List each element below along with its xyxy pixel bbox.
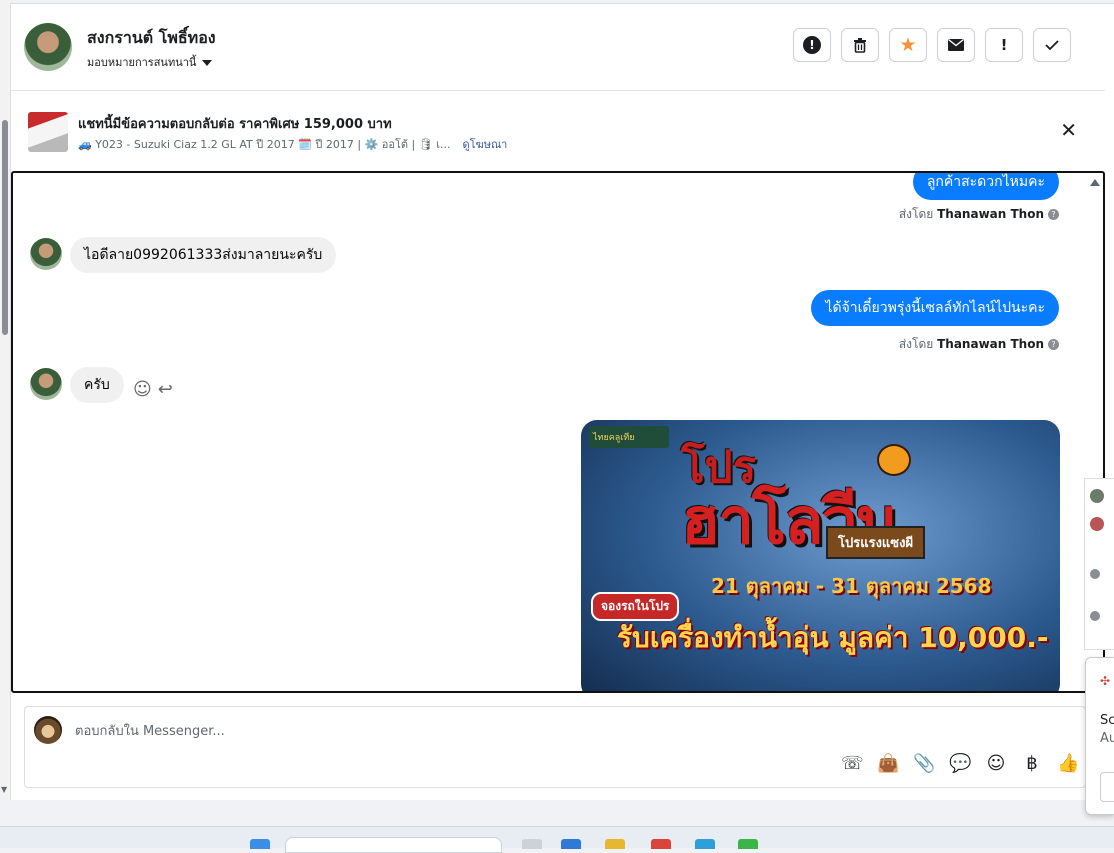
scroll-up-icon[interactable] (1090, 179, 1100, 186)
chevron-down-icon (202, 60, 213, 66)
star-button[interactable]: ★ (889, 28, 927, 62)
line-icon[interactable] (738, 839, 758, 849)
os-taskbar (0, 826, 1114, 853)
brand-logo: ไทยคลูเทีย (589, 426, 669, 448)
side-dot[interactable] (1090, 611, 1100, 621)
avatar[interactable] (24, 23, 72, 71)
report-button[interactable]: ! (793, 28, 831, 62)
ad-context-bar: แชทนี้มีข้อความตอบกลับต่อ ราคาพิเศษ 159,… (11, 92, 1105, 170)
call-icon[interactable]: ☏ (841, 753, 864, 774)
sent-by-label: ส่งโดย Thanawan Thon? (899, 335, 1059, 354)
taskbar-search[interactable] (285, 837, 502, 853)
folder-icon[interactable] (605, 839, 625, 849)
trash-icon (854, 38, 866, 53)
report-icon: ! (803, 36, 821, 54)
conversation-header: สงกรานต์ โพธิ์ทอง มอบหมายการสนทนานี้ ! ★… (11, 4, 1105, 91)
edge-icon[interactable] (695, 839, 715, 849)
help-icon[interactable]: ? (1048, 339, 1059, 350)
sent-by-prefix: ส่งโดย (898, 207, 934, 221)
promo-offer: รับเครื่องทำน้ำอุ่น มูลค่า 10,000.- (617, 621, 1049, 654)
mail-icon (948, 38, 964, 51)
sender-name: Thanawan Thon (937, 337, 1044, 351)
side-panel-cards[interactable] (1084, 478, 1114, 650)
side-popup[interactable]: ✣ Sc Au (1085, 657, 1114, 815)
reply-icon[interactable]: ↩ (158, 379, 179, 400)
popup-line-2: Au (1100, 731, 1114, 746)
contact-avatar[interactable] (30, 238, 62, 270)
message-actions: ☺↩ (133, 379, 179, 400)
delete-button[interactable] (841, 28, 879, 62)
saved-replies-icon[interactable]: 💬 (949, 753, 971, 774)
message-thread[interactable]: ลูกค้าสะดวกไหมคะ ส่งโดย Thanawan Thon? ไ… (11, 171, 1105, 693)
assign-conversation[interactable]: มอบหมายการสนทนานี้ (87, 53, 213, 71)
contact-name[interactable]: สงกรานต์ โพธิ์ทอง (87, 26, 216, 51)
like-icon[interactable]: 👍 (1057, 753, 1079, 774)
side-dot[interactable] (1090, 569, 1100, 579)
scrollbar-thumb[interactable] (2, 120, 8, 335)
attachment-icon[interactable]: 📎 (913, 753, 935, 774)
promo-image[interactable]: ไทยคลูเทีย โปร ฮาโลวีน โปรแรงแซงผี 21 ตุ… (581, 420, 1060, 691)
side-thumbnail[interactable] (1090, 517, 1104, 531)
view-ad-link[interactable]: ดูโฆษณา (462, 138, 507, 151)
close-icon[interactable]: ✕ (1060, 120, 1077, 140)
promo-tag: โปรแรงแซงผี (826, 526, 926, 559)
sent-by-prefix: ส่งโดย (898, 337, 934, 351)
sender-name: Thanawan Thon (937, 207, 1044, 221)
follow-up-button[interactable]: ! (985, 28, 1023, 62)
side-avatar[interactable] (1090, 489, 1104, 503)
start-icon[interactable] (250, 839, 270, 849)
app-icon: ✣ (1100, 674, 1111, 688)
chrome-icon[interactable] (651, 839, 671, 849)
sent-by-label: ส่งโดย Thanawan Thon? (899, 205, 1059, 224)
promo-dates: 21 ตุลาคม - 31 ตุลาคม 2568 (711, 574, 992, 598)
mark-unread-button[interactable] (937, 28, 975, 62)
popup-line-1: Sc (1100, 713, 1114, 728)
check-icon (1045, 40, 1059, 51)
reply-composer: ☏ 👜 📎 💬 ☺ ฿ 👍 (24, 706, 1086, 788)
ad-details: 🚙 Y023 - Suzuki Ciaz 1.2 GL AT ปี 2017 🗓… (78, 138, 451, 151)
contact-avatar[interactable] (30, 368, 62, 400)
shopping-bag-icon[interactable]: 👜 (877, 753, 899, 774)
composer-toolbar: ☏ 👜 📎 💬 ☺ ฿ 👍 (841, 753, 1079, 774)
payment-icon[interactable]: ฿ (1021, 753, 1043, 774)
outgoing-message[interactable]: ได้จ้าเดี๋ยวพรุ่งนี้เซลล์ทักไลน์ไปนะคะ (811, 290, 1059, 326)
help-icon[interactable]: ? (1048, 209, 1059, 220)
incoming-message[interactable]: ครับ (70, 367, 124, 403)
page-scrollbar[interactable]: ▼ (0, 0, 11, 800)
ad-thumbnail[interactable] (28, 112, 68, 152)
messenger-panel: ▼ สงกรานต์ โพธิ์ทอง มอบหมายการสนทนานี้ !… (0, 0, 1114, 800)
scroll-down-icon[interactable]: ▼ (1, 785, 7, 794)
mark-done-button[interactable] (1033, 28, 1071, 62)
reply-input[interactable] (73, 718, 677, 744)
taskbar-app[interactable] (522, 839, 542, 849)
emoji-icon[interactable]: ☺ (985, 753, 1007, 774)
outgoing-message[interactable]: ลูกค้าสะดวกไหมคะ (912, 173, 1059, 200)
page-avatar (34, 716, 62, 744)
react-icon[interactable]: ☺ (133, 379, 158, 400)
popup-button[interactable] (1100, 772, 1114, 802)
ad-details-line: 🚙 Y023 - Suzuki Ciaz 1.2 GL AT ปี 2017 🗓… (78, 135, 507, 153)
assign-label: มอบหมายการสนทนานี้ (87, 56, 197, 69)
exclamation-icon: ! (1000, 36, 1008, 54)
ad-title: แชทนี้มีข้อความตอบกลับต่อ ราคาพิเศษ 159,… (78, 117, 392, 132)
star-icon: ★ (899, 34, 917, 56)
taskbar-app[interactable] (561, 839, 581, 849)
incoming-message[interactable]: ไอดีลาย0992061333ส่งมาลายนะครับ (70, 237, 337, 273)
